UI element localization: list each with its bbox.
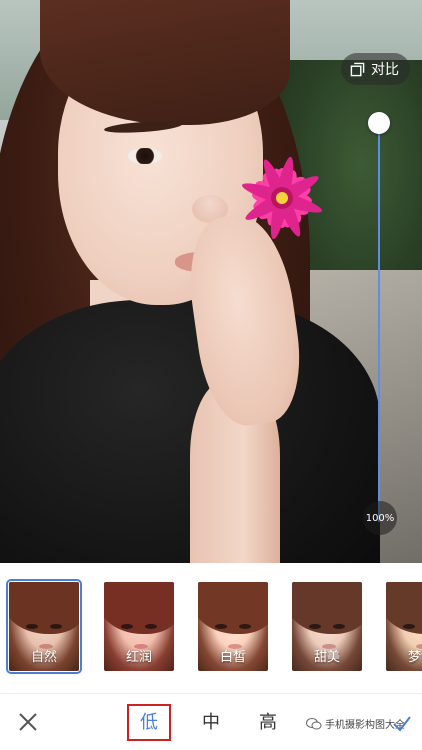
filter-thumb-sweet[interactable]: 甜美 xyxy=(292,582,362,671)
wechat-icon xyxy=(306,717,322,729)
level-medium-button[interactable]: 中 xyxy=(202,708,220,734)
thumb-eye xyxy=(403,624,415,629)
compare-icon xyxy=(350,62,365,76)
thumb-eye xyxy=(121,624,133,629)
level-high-button[interactable]: 高 xyxy=(259,708,277,734)
thumb-hair xyxy=(292,582,362,634)
intensity-value-badge: 100% xyxy=(363,501,397,535)
thumb-eye xyxy=(333,624,345,629)
compare-button[interactable]: 对比 xyxy=(341,53,410,85)
filter-label: 红润 xyxy=(125,650,152,665)
bottom-toolbar: 低 中 高 手机摄影构图大全 xyxy=(0,693,422,750)
intensity-slider-handle[interactable] xyxy=(368,112,390,134)
watermark: 手机摄影构图大全 xyxy=(306,716,405,731)
pink-flower xyxy=(241,156,323,240)
thumb-eye xyxy=(215,624,227,629)
filter-thumb-fair[interactable]: 白皙 xyxy=(198,582,268,671)
thumb-eye xyxy=(145,624,157,629)
confirm-check-icon[interactable] xyxy=(392,714,412,732)
compare-label: 对比 xyxy=(371,62,399,78)
thumb-hair xyxy=(198,582,268,634)
portrait-eye xyxy=(128,148,162,164)
photo-canvas: 对比 100% xyxy=(0,0,422,563)
filter-thumb-natural[interactable]: 自然 xyxy=(6,579,82,674)
filter-strip[interactable]: 自然 红润 白皙 甜美 梦 xyxy=(0,563,422,693)
filter-thumb-rosy[interactable]: 红润 xyxy=(104,582,174,671)
filter-label: 白皙 xyxy=(219,650,246,665)
thumb-eye xyxy=(239,624,251,629)
level-low-button[interactable]: 低 xyxy=(140,708,158,734)
filter-label: 自然 xyxy=(30,650,57,665)
filter-label: 梦 xyxy=(408,650,422,665)
filter-label: 甜美 xyxy=(313,650,340,665)
intensity-slider-track[interactable] xyxy=(378,122,380,522)
thumb-eye xyxy=(26,624,38,629)
close-icon[interactable] xyxy=(16,710,40,734)
thumb-eye xyxy=(50,624,62,629)
filter-thumb-dream[interactable]: 梦 xyxy=(386,582,422,671)
thumb-hair xyxy=(104,582,174,634)
thumb-eye xyxy=(309,624,321,629)
thumb-hair xyxy=(9,582,79,634)
